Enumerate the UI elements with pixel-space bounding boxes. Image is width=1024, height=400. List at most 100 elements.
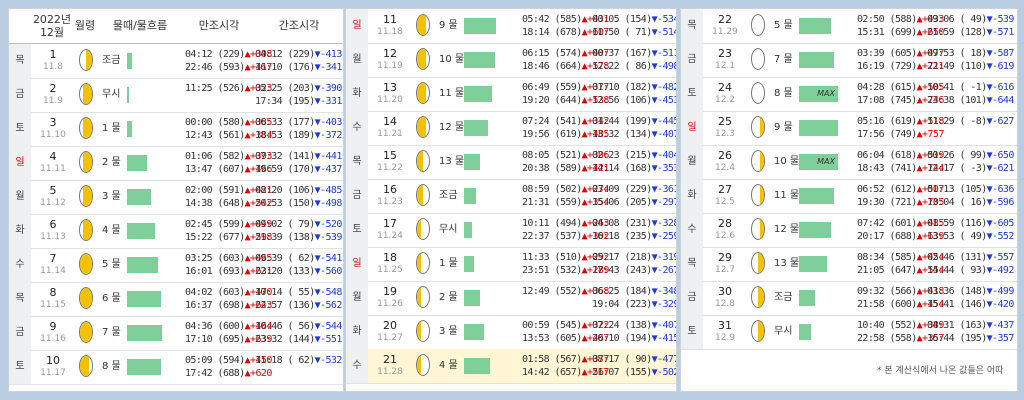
high-tide-2-time: 18:46 (664)	[522, 61, 582, 72]
tide-strength-bar	[799, 120, 838, 136]
moon-phase-icon	[751, 320, 765, 342]
weekday-cell: 화	[346, 315, 368, 349]
day-number: 3	[49, 116, 57, 129]
low-tide-2-diff: ▼-453	[651, 95, 677, 106]
tide-strength-bar	[464, 154, 480, 170]
lunar-date: 11.9	[42, 96, 64, 106]
moon-phase-icon	[416, 82, 430, 104]
high-tide-2-time: 21:31 (559)	[522, 197, 582, 208]
table-row: 월 26 12.4 10 물 MAX 06:04 (618)▲+519 18:43 (741…	[681, 145, 1017, 180]
day-number: 6	[49, 218, 57, 231]
low-tide-1-diff: ▼-541	[314, 253, 343, 264]
tide-strength-bar	[464, 86, 492, 102]
high-tide-1-time: 11:25 (526)	[185, 83, 245, 94]
table-row: 토 10 11.17 8 물 05:09 (594)▲+450 17:42 (688)▲+…	[9, 350, 343, 385]
low-tide-2-diff: ▼-297	[651, 197, 677, 208]
low-tide-2: 14:14 (168)▼-353	[592, 162, 676, 175]
tide-name: 11 물	[439, 88, 465, 99]
weekday-cell: 금	[9, 316, 31, 350]
header-high: 만조시각	[198, 19, 240, 32]
low-tide-2: 15:06 (205)▼-297	[592, 196, 677, 209]
weekday-cell: 금	[681, 43, 703, 77]
high-tide-1-time: 03:25 (603)	[185, 253, 245, 264]
tide-name: 조금	[774, 292, 793, 303]
tide-name: 9 물	[439, 20, 458, 31]
tide-strength-bar	[464, 18, 496, 34]
high-tide-1-time: 05:16 (619)	[857, 116, 917, 127]
low-tide-1-time: 04:31 (163)	[927, 320, 987, 331]
low-tide-1-time: 04:08 (231)	[592, 218, 652, 229]
tide-name: 3 물	[102, 191, 121, 202]
tide-name: 1 물	[439, 258, 458, 269]
moon-phase-icon	[751, 150, 765, 172]
high-tide-2-time: 22:37 (537)	[522, 231, 582, 242]
moon-lit-area	[760, 117, 764, 137]
low-tide-2-time: 13:53 ( 49)	[927, 231, 987, 242]
low-tide-2: 16:10 (176)▼-341	[255, 61, 342, 74]
moon-lit-area	[80, 356, 89, 376]
weekday-cell: 토	[9, 350, 31, 384]
max-label: MAX	[817, 157, 835, 166]
tide-name: 7 물	[102, 327, 121, 338]
high-tide-1-time: 05:42 (585)	[522, 14, 582, 25]
tide-strength-bar	[127, 325, 162, 341]
weekday-cell: 금	[681, 281, 703, 315]
low-tide-2-diff: ▼-552	[986, 231, 1015, 242]
high-tide-1-time: 06:49 (559)	[522, 82, 582, 93]
high-tide-1-time: 02:00 (591)	[185, 185, 245, 196]
moon-lit-area	[760, 185, 764, 205]
low-tide-1: 01:13 (105)▼-636	[927, 183, 1014, 196]
high-tide-2-time: 16:01 (693)	[185, 266, 245, 277]
low-tide-1-diff: ▼-627	[986, 116, 1015, 127]
weekday-cell: 토	[681, 315, 703, 349]
day-number: 30	[718, 285, 732, 298]
low-tide-1: 01:44 (199)▼-445	[592, 115, 676, 128]
moon-phase-icon	[79, 83, 93, 105]
low-tide-1-time: 04:12 (229)	[255, 49, 315, 60]
weekday-cell: 월	[9, 180, 31, 214]
low-tide-2-diff: ▼-621	[986, 163, 1015, 174]
tide-name: 조금	[439, 190, 458, 201]
table-row: 일 11 11.18 9 물 05:42 (585)▲+431 18:14 (678)▲+…	[346, 9, 676, 44]
low-tide-1-time: 01:44 (199)	[592, 116, 652, 127]
low-tide-2: 21:59 (128)▼-571	[927, 26, 1014, 39]
tide-strength-bar	[127, 223, 155, 239]
high-tide-1-time: 02:50 (588)	[857, 14, 917, 25]
low-tide-1-diff: ▼-539	[986, 14, 1015, 25]
weekday-cell: 수	[681, 213, 703, 247]
low-tide-2-diff: ▼-407	[651, 129, 677, 140]
day-number: 10	[46, 354, 60, 367]
low-tide-1-diff: ▼-482	[651, 82, 677, 93]
day-number: 4	[49, 150, 57, 163]
moon-lit-area	[758, 253, 764, 273]
low-tide-2-diff: ▼-514	[651, 27, 677, 38]
low-tide-1-diff: ▼-441	[314, 151, 343, 162]
lunar-date: 12.9	[714, 333, 736, 343]
table-row: 토 17 11.24 무시 10:11 (494)▲+263 22:37 (537)▲+3…	[346, 213, 676, 248]
low-tide-1-time: 05:17 (218)	[592, 252, 652, 263]
high-tide-2-time: 23:51 (532)	[522, 265, 582, 276]
low-tide-1-diff: ▼-520	[314, 219, 343, 230]
day-number: 13	[383, 81, 397, 94]
low-tide-2: 22:49 (110)▼-619	[927, 60, 1014, 73]
low-tide-2: 12:17 ( -3)▼-621	[927, 162, 1014, 175]
day-number: 17	[383, 217, 397, 230]
low-tide-2-diff: ▼-498	[314, 198, 343, 209]
low-tide-1-time: 02:23 (215)	[592, 150, 652, 161]
low-tide-2-time: 22:49 (110)	[927, 61, 987, 72]
tide-name: 9 물	[774, 122, 793, 133]
low-tide-1-diff: ▼-548	[314, 287, 343, 298]
day-number: 9	[49, 320, 57, 333]
tide-name: 13 물	[774, 258, 800, 269]
table-row: 금 2 11.9 무시 11:25 (526)▲+323 05:25 (203)▼-390…	[9, 78, 343, 113]
low-tide-2-diff: ▼-331	[314, 96, 343, 107]
high-tide-2-time: 14:42 (657)	[522, 367, 582, 378]
tide-strength-bar	[464, 358, 490, 374]
high-tide-1-time: 12:49 (552)	[522, 286, 582, 297]
moon-phase-icon	[751, 252, 765, 274]
lunar-date: 12.2	[714, 95, 736, 105]
lunar-date: 12.3	[714, 129, 736, 139]
moon-phase-icon	[79, 355, 93, 377]
day-number: 27	[718, 183, 732, 196]
low-tide-1: 08:17 ( 90)▼-477	[592, 353, 676, 366]
